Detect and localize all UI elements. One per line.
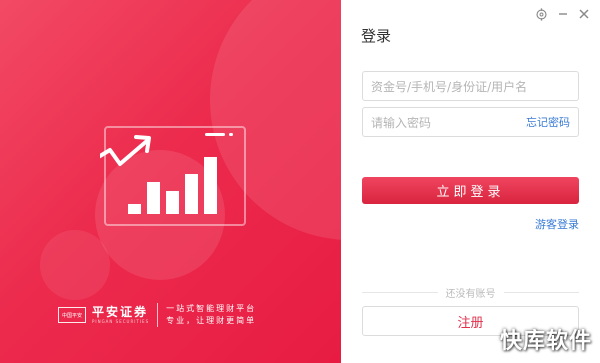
decor-circle bbox=[40, 230, 110, 300]
watermark: 快库软件 bbox=[499, 329, 592, 354]
password-placeholder: 请输入密码 bbox=[371, 115, 432, 130]
brand-footer: 中国平安 平安证券 PINGAN SECURITIES 一站式智能理财平台 专业… bbox=[58, 300, 256, 330]
brand-name-block: 平安证券 PINGAN SECURITIES bbox=[92, 305, 150, 325]
slogan-line-2: 专业，让理财更简单 bbox=[166, 316, 257, 325]
login-panel: 登录 资金号/手机号/身份证/用户名 请输入密码 忘记密码 立即登录 游客登录 … bbox=[341, 0, 600, 363]
divider-line bbox=[362, 291, 438, 293]
brand-divider bbox=[157, 303, 159, 327]
minimize-icon[interactable] bbox=[555, 6, 571, 22]
gear-icon[interactable] bbox=[533, 6, 549, 22]
pingan-logo: 中国平安 bbox=[58, 307, 86, 323]
forgot-password-link[interactable]: 忘记密码 bbox=[526, 114, 570, 130]
guest-login-link[interactable]: 游客登录 bbox=[535, 216, 579, 232]
no-account-divider: 还没有账号 bbox=[362, 285, 579, 300]
account-input[interactable]: 资金号/手机号/身份证/用户名 bbox=[362, 71, 579, 101]
login-button[interactable]: 立即登录 bbox=[362, 177, 579, 204]
close-icon[interactable] bbox=[576, 6, 592, 22]
brand-slogan: 一站式智能理财平台 专业，让理财更简单 bbox=[166, 303, 256, 327]
account-placeholder: 资金号/手机号/身份证/用户名 bbox=[371, 79, 528, 94]
growth-chart-illustration bbox=[100, 126, 246, 226]
divider-line bbox=[503, 291, 579, 293]
brand-name-en: PINGAN SECURITIES bbox=[92, 319, 150, 324]
slogan-line-1: 一站式智能理财平台 bbox=[166, 304, 257, 313]
login-title: 登录 bbox=[361, 27, 392, 45]
brand-panel: 中国平安 平安证券 PINGAN SECURITIES 一站式智能理财平台 专业… bbox=[0, 0, 341, 363]
password-input[interactable]: 请输入密码 忘记密码 bbox=[362, 107, 579, 137]
brand-name: 平安证券 bbox=[92, 305, 149, 319]
no-account-text: 还没有账号 bbox=[445, 288, 496, 300]
